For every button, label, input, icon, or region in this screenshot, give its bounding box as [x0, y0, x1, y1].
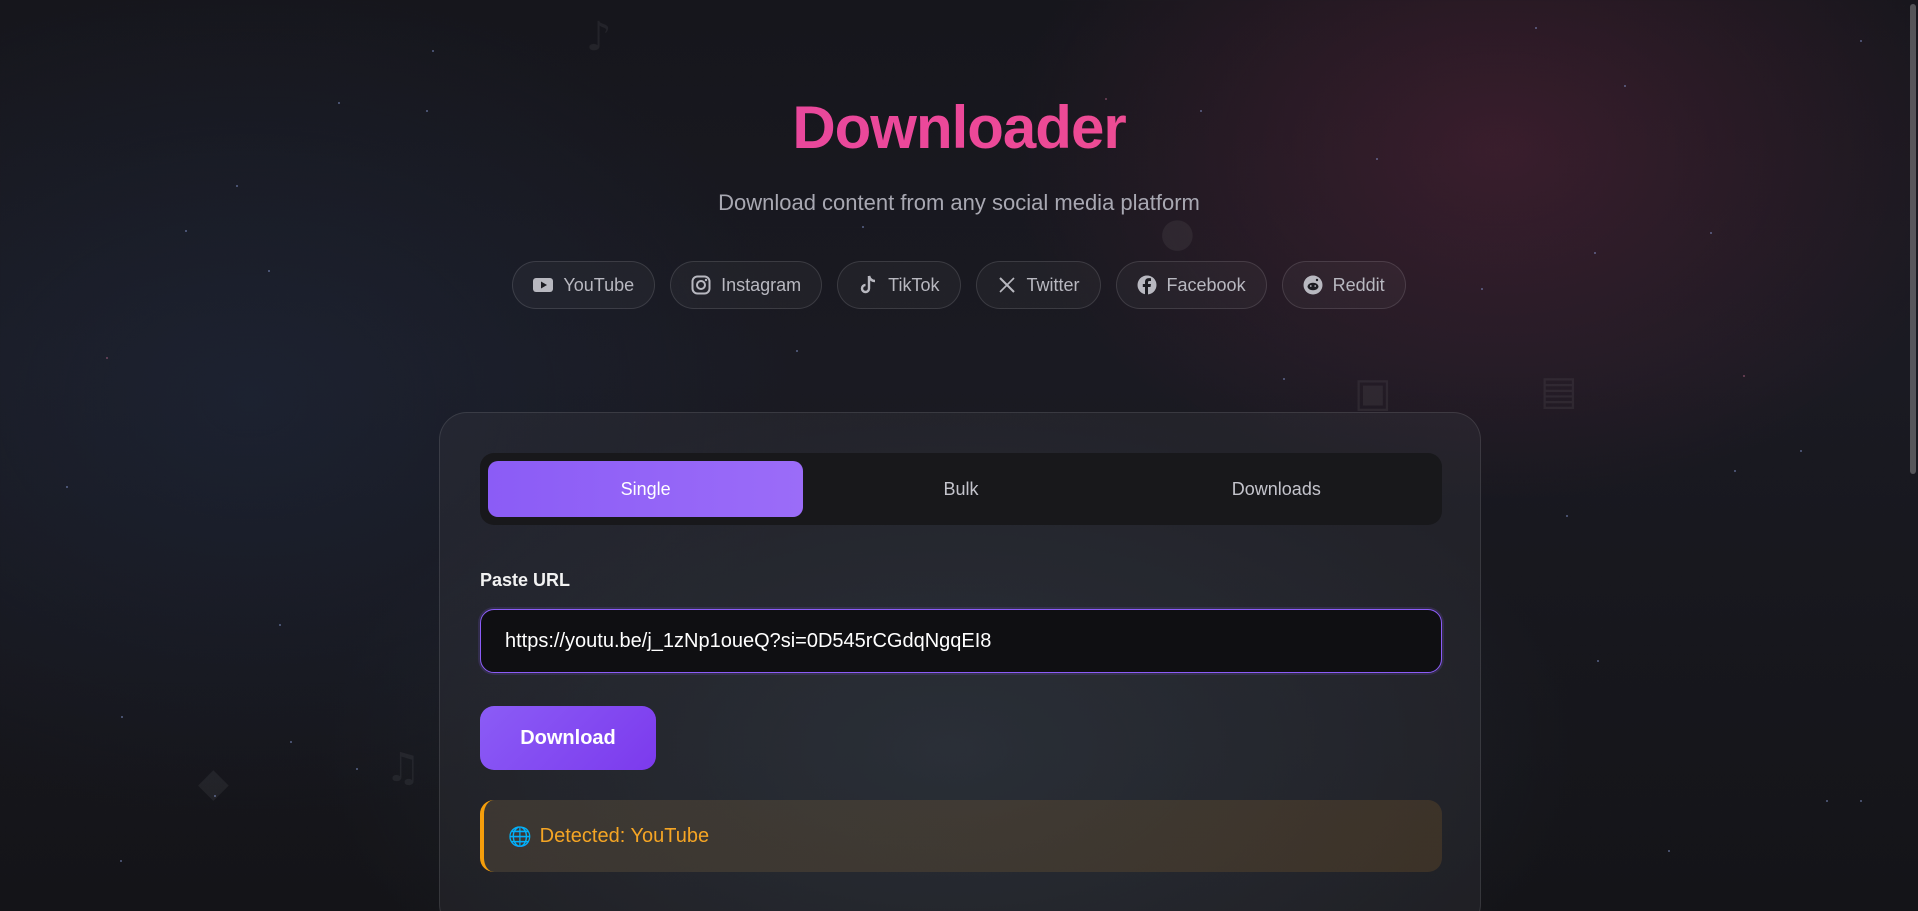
- reddit-icon: [1303, 275, 1323, 295]
- platform-chip-twitter[interactable]: Twitter: [975, 261, 1101, 309]
- platform-label: Instagram: [721, 274, 802, 295]
- platform-label: Facebook: [1166, 274, 1246, 295]
- page-title: Downloader: [0, 92, 1918, 164]
- platform-label: YouTube: [563, 274, 635, 295]
- platform-chip-tiktok[interactable]: TikTok: [837, 261, 961, 309]
- globe-icon: 🌐: [508, 825, 532, 848]
- ghost-note-icon: ♫: [385, 745, 421, 791]
- tiktok-icon: [858, 275, 878, 295]
- platform-detected-banner: 🌐 Detected: YouTube: [480, 800, 1442, 872]
- mode-tabs: Single Bulk Downloads: [480, 453, 1442, 525]
- tab-downloads[interactable]: Downloads: [1119, 461, 1434, 517]
- tab-bulk[interactable]: Bulk: [803, 461, 1118, 517]
- platform-list: YouTube Instagram TikTok Twitter Faceboo…: [0, 261, 1918, 309]
- youtube-icon: [533, 275, 554, 295]
- platform-label: Reddit: [1332, 274, 1385, 295]
- facebook-icon: [1137, 275, 1157, 295]
- ghost-music-icon: ♪: [586, 14, 612, 60]
- ghost-card-icon: ◆: [198, 760, 229, 806]
- downloader-card: Single Bulk Downloads Paste URL Download…: [439, 412, 1481, 911]
- page-subtitle: Download content from any social media p…: [718, 190, 1200, 215]
- url-field-label: Paste URL: [480, 570, 571, 590]
- instagram-icon: [691, 275, 711, 295]
- scrollbar-thumb[interactable]: [1910, 4, 1916, 474]
- ghost-doc-icon: ▤: [1540, 368, 1578, 414]
- tab-single[interactable]: Single: [488, 461, 804, 517]
- ghost-box-icon: ▣: [1354, 370, 1392, 416]
- url-input[interactable]: [480, 609, 1442, 673]
- platform-chip-facebook[interactable]: Facebook: [1115, 261, 1267, 309]
- platform-chip-youtube[interactable]: YouTube: [512, 261, 656, 309]
- platform-label: TikTok: [888, 274, 940, 295]
- platform-chip-reddit[interactable]: Reddit: [1281, 261, 1406, 309]
- platform-chip-instagram[interactable]: Instagram: [670, 261, 823, 309]
- platform-label: Twitter: [1026, 274, 1080, 295]
- x-twitter-icon: [997, 275, 1017, 295]
- ghost-circle-icon: ●: [1160, 210, 1195, 256]
- download-button[interactable]: Download: [480, 706, 656, 770]
- detected-text: Detected: YouTube: [539, 824, 710, 847]
